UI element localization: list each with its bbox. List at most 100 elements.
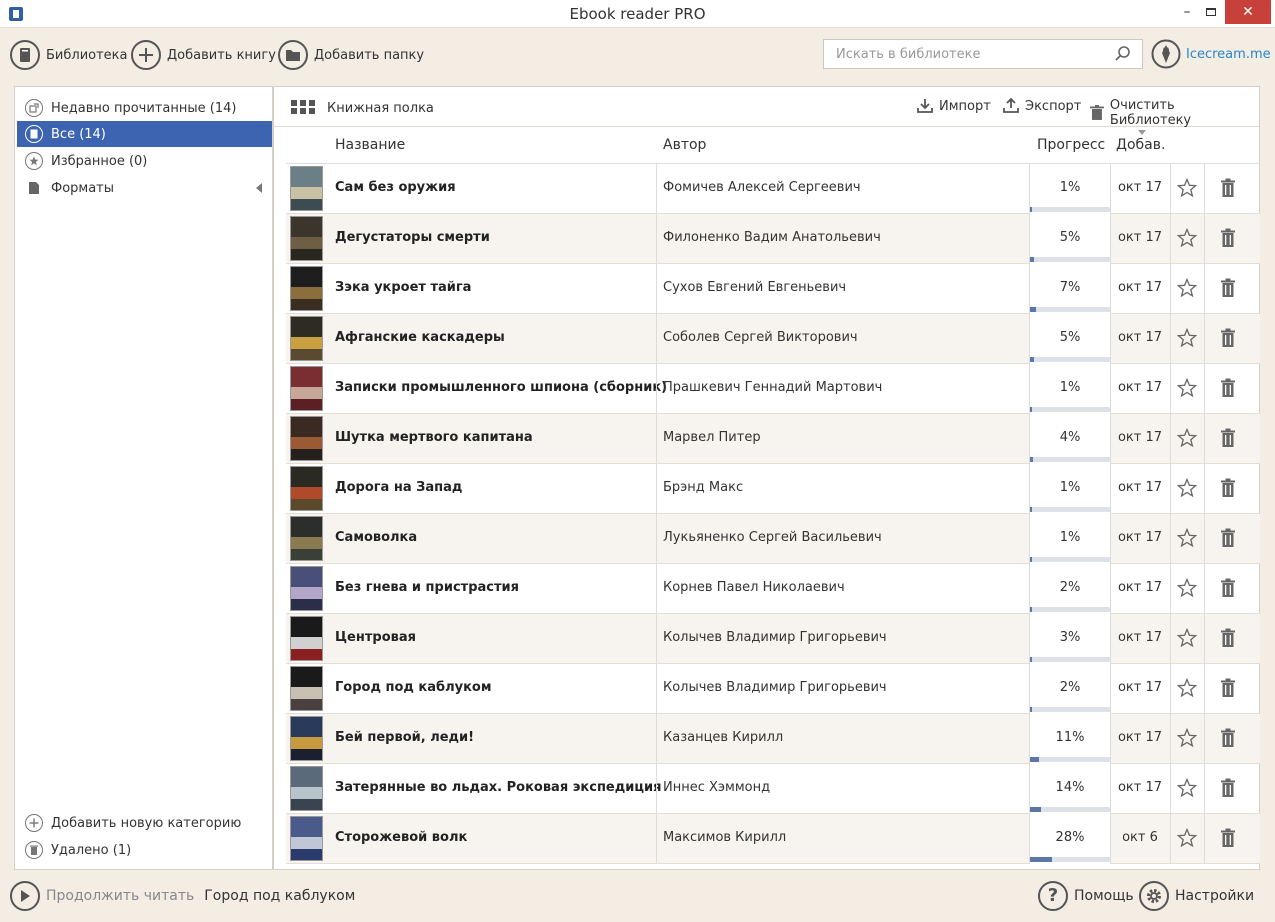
delete-trash-icon[interactable]	[1220, 578, 1236, 598]
search-icon[interactable]	[1114, 45, 1132, 67]
favorite-star-icon[interactable]	[1176, 777, 1198, 798]
sidebar-item-formats[interactable]: Форматы	[17, 175, 272, 201]
book-title[interactable]: Центровая	[335, 630, 416, 645]
sidebar-item-all[interactable]: Все (14)	[17, 121, 272, 147]
add-folder-button[interactable]: Добавить папку	[278, 39, 424, 71]
delete-trash-icon[interactable]	[1220, 628, 1236, 648]
column-divider	[656, 464, 657, 514]
delete-trash-icon[interactable]	[1220, 728, 1236, 748]
favorite-star-icon[interactable]	[1176, 477, 1198, 498]
delete-trash-icon[interactable]	[1220, 778, 1236, 798]
book-title[interactable]: Бей первой, леди!	[335, 730, 474, 745]
favorite-star-icon[interactable]	[1176, 727, 1198, 748]
book-cover[interactable]	[290, 566, 323, 611]
clear-library-button[interactable]: Очистить Библиотеку	[1090, 98, 1259, 128]
maximize-button[interactable]	[1195, 0, 1227, 24]
current-book-link[interactable]: Город под каблуком	[204, 888, 355, 904]
book-cover[interactable]	[290, 216, 323, 261]
book-title[interactable]: Затерянные во льдах. Роковая экспедиция	[335, 780, 661, 795]
favorite-star-icon[interactable]	[1176, 227, 1198, 248]
sidebar-item-favorites[interactable]: Избранное (0)	[17, 148, 272, 174]
collapse-arrow-icon[interactable]	[256, 183, 262, 193]
delete-trash-icon[interactable]	[1220, 178, 1236, 198]
favorite-star-icon[interactable]	[1176, 327, 1198, 348]
book-cover[interactable]	[290, 166, 323, 211]
book-title[interactable]: Самоволка	[335, 530, 417, 545]
bookshelf-view-label[interactable]: Книжная полка	[327, 101, 434, 116]
book-title[interactable]: Сторожевой волк	[335, 830, 467, 845]
book-title[interactable]: Город под каблуком	[335, 680, 491, 695]
table-row[interactable]: Центровая Колычев Владимир Григорьевич 3% о…	[286, 614, 1260, 664]
help-button[interactable]: ? Помощь	[1038, 880, 1134, 912]
column-header-progress[interactable]: Прогресс	[1037, 137, 1105, 153]
table-row[interactable]: Без гнева и пристрастия Корнев Павел Нико…	[286, 564, 1260, 614]
book-title[interactable]: Дегустаторы смерти	[335, 230, 490, 245]
delete-trash-icon[interactable]	[1220, 428, 1236, 448]
book-cover[interactable]	[290, 316, 323, 361]
table-row[interactable]: Сторожевой волк Максимов Кирилл 28% окт 6	[286, 814, 1260, 864]
favorite-star-icon[interactable]	[1176, 427, 1198, 448]
table-row[interactable]: Бей первой, леди! Казанцев Кирилл 11% окт 1…	[286, 714, 1260, 764]
favorite-star-icon[interactable]	[1176, 677, 1198, 698]
delete-trash-icon[interactable]	[1220, 678, 1236, 698]
delete-trash-icon[interactable]	[1220, 378, 1236, 398]
book-cover[interactable]	[290, 366, 323, 411]
delete-trash-icon[interactable]	[1220, 328, 1236, 348]
column-header-added[interactable]: Добав.	[1116, 137, 1165, 153]
favorite-star-icon[interactable]	[1176, 377, 1198, 398]
book-cover[interactable]	[290, 266, 323, 311]
table-row[interactable]: Дорога на Запад Брэнд Макс 1% окт 17	[286, 464, 1260, 514]
delete-trash-icon[interactable]	[1220, 278, 1236, 298]
book-title[interactable]: Зэка укроет тайга	[335, 280, 471, 295]
table-row[interactable]: Сам без оружия Фомичев Алексей Сергеевич 1…	[286, 164, 1260, 214]
table-row[interactable]: Самоволка Лукьяненко Сергей Васильевич 1% о…	[286, 514, 1260, 564]
add-category-button[interactable]: Добавить новую категорию	[17, 810, 272, 836]
favorite-star-icon[interactable]	[1176, 827, 1198, 848]
book-cover[interactable]	[290, 466, 323, 511]
book-cover[interactable]	[290, 416, 323, 461]
favorite-star-icon[interactable]	[1176, 277, 1198, 298]
favorite-star-icon[interactable]	[1176, 627, 1198, 648]
delete-trash-icon[interactable]	[1220, 828, 1236, 848]
favorite-star-icon[interactable]	[1176, 177, 1198, 198]
book-cover[interactable]	[290, 616, 323, 661]
settings-button[interactable]: Настройки	[1139, 880, 1254, 912]
book-cover[interactable]	[290, 516, 323, 561]
grid-view-icon[interactable]	[291, 100, 315, 114]
book-title[interactable]: Афганские каскадеры	[335, 330, 505, 345]
book-cover[interactable]	[290, 666, 323, 711]
book-title[interactable]: Сам без оружия	[335, 180, 456, 195]
table-row[interactable]: Зэка укроет тайга Сухов Евгений Евгеньеви…	[286, 264, 1260, 314]
icecream-link[interactable]: Icecream.me	[1186, 47, 1271, 62]
delete-trash-icon[interactable]	[1220, 478, 1236, 498]
book-title[interactable]: Шутка мертвого капитана	[335, 430, 533, 445]
table-row[interactable]: Затерянные во льдах. Роковая экспедиция И…	[286, 764, 1260, 814]
book-title[interactable]: Записки промышленного шпиона (сборник)	[335, 380, 667, 395]
export-button[interactable]: Экспорт	[1003, 98, 1081, 114]
table-row[interactable]: Записки промышленного шпиона (сборник) Пр…	[286, 364, 1260, 414]
table-row[interactable]: Город под каблуком Колычев Владимир Григо…	[286, 664, 1260, 714]
sidebar-item-deleted[interactable]: Удалено (1)	[17, 837, 272, 863]
book-title[interactable]: Дорога на Запад	[335, 480, 462, 495]
import-button[interactable]: Импорт	[917, 98, 991, 114]
continue-reading-button[interactable]: Продолжить читать Город под каблуком	[10, 880, 355, 912]
table-row[interactable]: Дегустаторы смерти Филоненко Вадим Анатол…	[286, 214, 1260, 264]
book-cover[interactable]	[290, 766, 323, 811]
delete-trash-icon[interactable]	[1220, 528, 1236, 548]
favorite-star-icon[interactable]	[1176, 527, 1198, 548]
search-input[interactable]	[824, 40, 1104, 68]
favorite-star-icon[interactable]	[1176, 577, 1198, 598]
delete-trash-icon[interactable]	[1220, 228, 1236, 248]
sidebar-item-recent[interactable]: Недавно прочитанные (14)	[17, 95, 272, 121]
column-header-title[interactable]: Название	[335, 137, 405, 153]
book-title[interactable]: Без гнева и пристрастия	[335, 580, 519, 595]
library-button[interactable]: Библиотека	[10, 39, 128, 71]
book-cover[interactable]	[290, 716, 323, 761]
main-toolbar: Библиотека Добавить книгу Добавить папку…	[0, 28, 1275, 86]
column-header-author[interactable]: Автор	[663, 137, 706, 153]
add-book-button[interactable]: Добавить книгу	[131, 39, 276, 71]
table-row[interactable]: Шутка мертвого капитана Марвел Питер 4% окт…	[286, 414, 1260, 464]
book-cover[interactable]	[290, 816, 323, 861]
close-button[interactable]: ✕	[1225, 0, 1271, 24]
table-row[interactable]: Афганские каскадеры Соболев Сергей Виктор…	[286, 314, 1260, 364]
